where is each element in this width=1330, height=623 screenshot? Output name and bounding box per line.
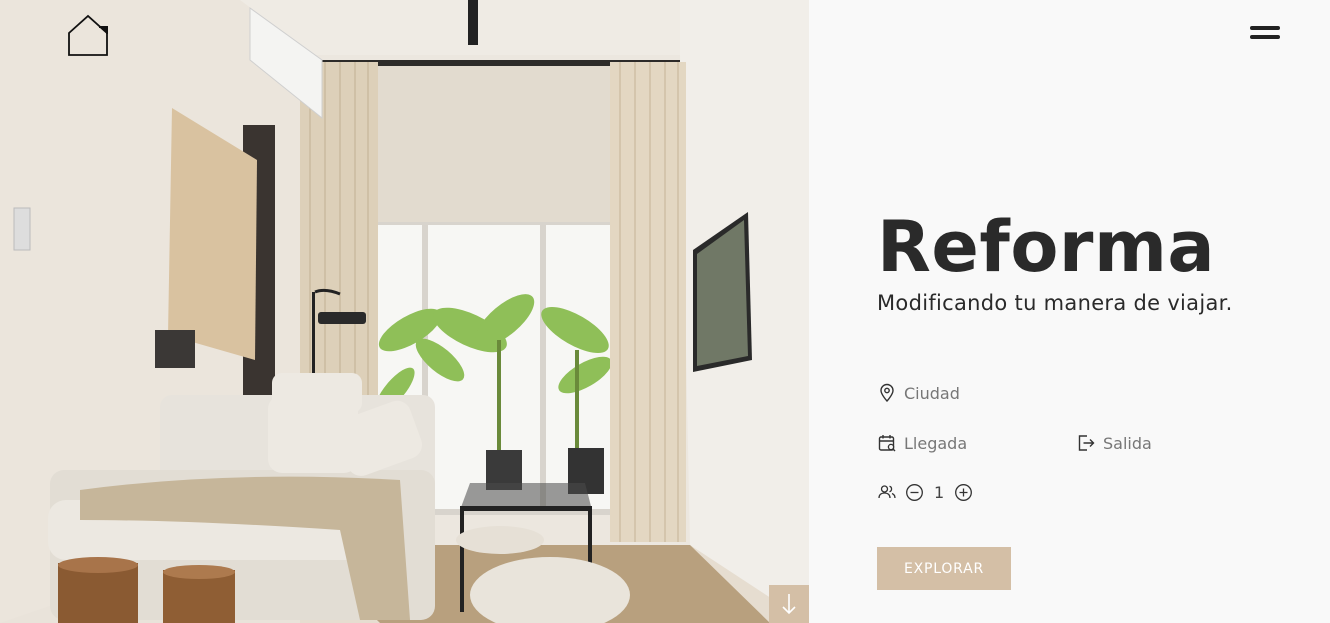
scroll-down-button[interactable]	[769, 585, 809, 623]
city-field[interactable]: Ciudad	[877, 383, 960, 403]
sign-out-icon	[1076, 433, 1096, 453]
arrow-down-icon	[782, 594, 796, 615]
arrival-date-field[interactable]: Llegada	[877, 433, 967, 453]
menu-bar	[1250, 26, 1280, 30]
departure-label: Salida	[1103, 433, 1152, 453]
city-label: Ciudad	[904, 383, 960, 403]
minus-circle-icon[interactable]	[905, 483, 924, 502]
house-outline-logo	[68, 14, 108, 56]
guests-stepper: 1	[877, 482, 973, 502]
guest-count: 1	[934, 482, 945, 502]
search-panel: Reforma Modificando tu manera de viajar.…	[809, 0, 1330, 623]
explore-button[interactable]: EXPLORAR	[877, 547, 1011, 590]
arrival-label: Llegada	[904, 433, 968, 453]
page-title: Reforma	[877, 206, 1216, 288]
hamburger-menu-icon[interactable]	[1250, 26, 1284, 48]
page-subtitle: Modificando tu manera de viajar.	[877, 291, 1233, 315]
living-room-photo	[0, 0, 809, 623]
house-logo[interactable]	[66, 12, 110, 58]
users-icon	[877, 482, 897, 502]
map-pin-icon	[877, 383, 897, 403]
departure-date-field[interactable]: Salida	[1076, 433, 1152, 453]
calendar-search-icon	[877, 433, 897, 453]
plus-circle-icon[interactable]	[954, 483, 973, 502]
hero-image	[0, 0, 809, 623]
menu-bar	[1250, 35, 1280, 39]
